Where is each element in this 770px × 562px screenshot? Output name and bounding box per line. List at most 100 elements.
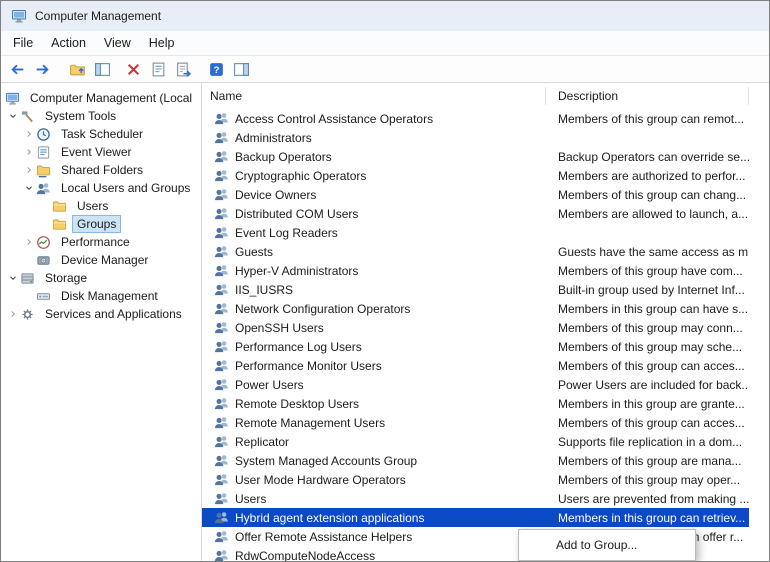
group-name: Hybrid agent extension applications — [235, 511, 424, 525]
group-row-access-control-assistance-operators[interactable]: Access Control Assistance OperatorsMembe… — [202, 109, 749, 128]
group-row-iis-iusrs[interactable]: IIS_IUSRSBuilt-in group used by Internet… — [202, 280, 749, 299]
group-row-performance-log-users[interactable]: Performance Log UsersMembers of this gro… — [202, 337, 749, 356]
group-name-cell: Users — [202, 491, 546, 506]
tree-item-groups[interactable]: Groups — [1, 215, 201, 233]
group-name-cell: Remote Desktop Users — [202, 396, 546, 411]
users-group-icon — [214, 149, 229, 164]
app-icon — [11, 8, 27, 24]
chevron-down-icon[interactable] — [21, 183, 36, 193]
chevron-right-icon[interactable] — [21, 147, 36, 157]
group-row-device-owners[interactable]: Device OwnersMembers of this group can c… — [202, 185, 749, 204]
performance-icon — [36, 235, 52, 250]
group-row-users[interactable]: UsersUsers are prevented from making ... — [202, 489, 749, 508]
folder-icon — [52, 199, 68, 214]
tree-item-local-users-and-groups[interactable]: Local Users and Groups — [1, 179, 201, 197]
tree-item-users[interactable]: Users — [1, 197, 201, 215]
group-name-cell: Performance Log Users — [202, 339, 546, 354]
group-row-hyper-v-administrators[interactable]: Hyper-V AdministratorsMembers of this gr… — [202, 261, 749, 280]
group-row-network-configuration-operators[interactable]: Network Configuration Operators Members i… — [202, 299, 749, 318]
group-name: Device Owners — [235, 188, 316, 202]
menu-file[interactable]: File — [4, 33, 42, 53]
group-name: Offer Remote Assistance Helpers — [235, 530, 412, 544]
show-console-tree-icon — [94, 61, 111, 78]
forward-arrow-button[interactable] — [31, 58, 54, 80]
group-description: Members in this group are grante... — [546, 397, 749, 411]
menu-action[interactable]: Action — [42, 33, 95, 53]
group-row-system-managed-accounts-group[interactable]: System Managed Accounts GroupMembers of … — [202, 451, 749, 470]
action-pane-button[interactable] — [230, 58, 253, 80]
group-row-remote-desktop-users[interactable]: Remote Desktop UsersMembers in this grou… — [202, 394, 749, 413]
shared-folders-icon — [36, 163, 52, 178]
tree-item-services-and-applications[interactable]: Services and Applications — [1, 305, 201, 323]
tree-item-label: Computer Management (Local — [26, 90, 196, 106]
tree-item-label: Groups — [73, 216, 120, 232]
group-row-remote-management-users[interactable]: Remote Management UsersMembers of this g… — [202, 413, 749, 432]
column-header-label: Description — [558, 89, 618, 103]
show-console-tree-button[interactable] — [91, 58, 114, 80]
export-list-button[interactable] — [172, 58, 195, 80]
users-group-icon — [214, 244, 229, 259]
help-button[interactable]: ? — [205, 58, 228, 80]
group-description: Members of this group are mana... — [546, 454, 749, 468]
menu-help[interactable]: Help — [140, 33, 184, 53]
group-name-cell: Distributed COM Users — [202, 206, 546, 221]
group-name: IIS_IUSRS — [235, 283, 293, 297]
group-description: Members in this group can have s... — [546, 302, 749, 316]
group-name: Performance Log Users — [235, 340, 362, 354]
window-title: Computer Management — [35, 9, 161, 23]
group-row-hybrid-agent-extension-applications[interactable]: Hybrid agent extension applicationsMembe… — [202, 508, 749, 527]
group-name: Guests — [235, 245, 273, 259]
tree-item-task-scheduler[interactable]: Task Scheduler — [1, 125, 201, 143]
up-folder-button[interactable] — [66, 58, 89, 80]
group-name-cell: Device Owners — [202, 187, 546, 202]
tree-item-disk-management[interactable]: Disk Management — [1, 287, 201, 305]
group-row-guests[interactable]: GuestsGuests have the same access as m..… — [202, 242, 749, 261]
tree-item-shared-folders[interactable]: Shared Folders — [1, 161, 201, 179]
menu-view[interactable]: View — [95, 33, 140, 53]
chevron-right-icon[interactable] — [21, 237, 36, 247]
column-header-name[interactable]: Name — [202, 87, 546, 105]
tree-item-event-viewer[interactable]: Event Viewer — [1, 143, 201, 161]
tree-item-computer-management-local[interactable]: Computer Management (Local — [1, 89, 201, 107]
chevron-down-icon[interactable] — [5, 111, 20, 121]
group-description: Members of this group may oper... — [546, 473, 749, 487]
titlebar[interactable]: Computer Management — [1, 1, 769, 31]
group-name-cell: Administrators — [202, 130, 546, 145]
tree-item-performance[interactable]: Performance — [1, 233, 201, 251]
column-header-description[interactable]: Description — [546, 87, 749, 105]
group-name-cell: Cryptographic Operators — [202, 168, 546, 183]
column-header-label: Name — [210, 89, 242, 103]
group-description: Members of this group may conn... — [546, 321, 749, 335]
context-menu-item-add-to-group[interactable]: Add to Group... — [519, 533, 695, 557]
properties-list-button[interactable] — [147, 58, 170, 80]
chevron-down-icon[interactable] — [5, 273, 20, 283]
chevron-right-icon[interactable] — [21, 165, 36, 175]
back-arrow-button[interactable] — [6, 58, 29, 80]
group-row-event-log-readers[interactable]: Event Log Readers — [202, 223, 749, 242]
group-row-cryptographic-operators[interactable]: Cryptographic OperatorsMembers are autho… — [202, 166, 749, 185]
chevron-right-icon[interactable] — [5, 309, 20, 319]
group-row-openssh-users[interactable]: OpenSSH UsersMembers of this group may c… — [202, 318, 749, 337]
group-name: Access Control Assistance Operators — [235, 112, 433, 126]
help-icon: ? — [208, 61, 225, 78]
group-name: Replicator — [235, 435, 289, 449]
tree-item-storage[interactable]: Storage — [1, 269, 201, 287]
tree-item-label: System Tools — [41, 108, 120, 124]
up-folder-icon — [69, 61, 86, 78]
group-row-distributed-com-users[interactable]: Distributed COM UsersMembers are allowed… — [202, 204, 749, 223]
group-row-power-users[interactable]: Power UsersPower Users are included for … — [202, 375, 749, 394]
tree-item-device-manager[interactable]: Device Manager — [1, 251, 201, 269]
system-tools-icon — [20, 109, 36, 124]
delete-button[interactable] — [122, 58, 145, 80]
chevron-right-icon[interactable] — [21, 129, 36, 139]
group-row-administrators[interactable]: Administrators — [202, 128, 749, 147]
group-row-replicator[interactable]: ReplicatorSupports file replication in a… — [202, 432, 749, 451]
group-row-user-mode-hardware-operators[interactable]: User Mode Hardware Operators Members of t… — [202, 470, 749, 489]
users-group-icon — [214, 510, 229, 525]
group-name: User Mode Hardware Operators — [235, 473, 406, 487]
group-row-performance-monitor-users[interactable]: Performance Monitor UsersMembers of this… — [202, 356, 749, 375]
group-name: Network Configuration Operators — [235, 302, 410, 316]
tree-item-system-tools[interactable]: System Tools — [1, 107, 201, 125]
users-group-icon — [214, 358, 229, 373]
group-row-backup-operators[interactable]: Backup OperatorsBackup Operators can ove… — [202, 147, 749, 166]
